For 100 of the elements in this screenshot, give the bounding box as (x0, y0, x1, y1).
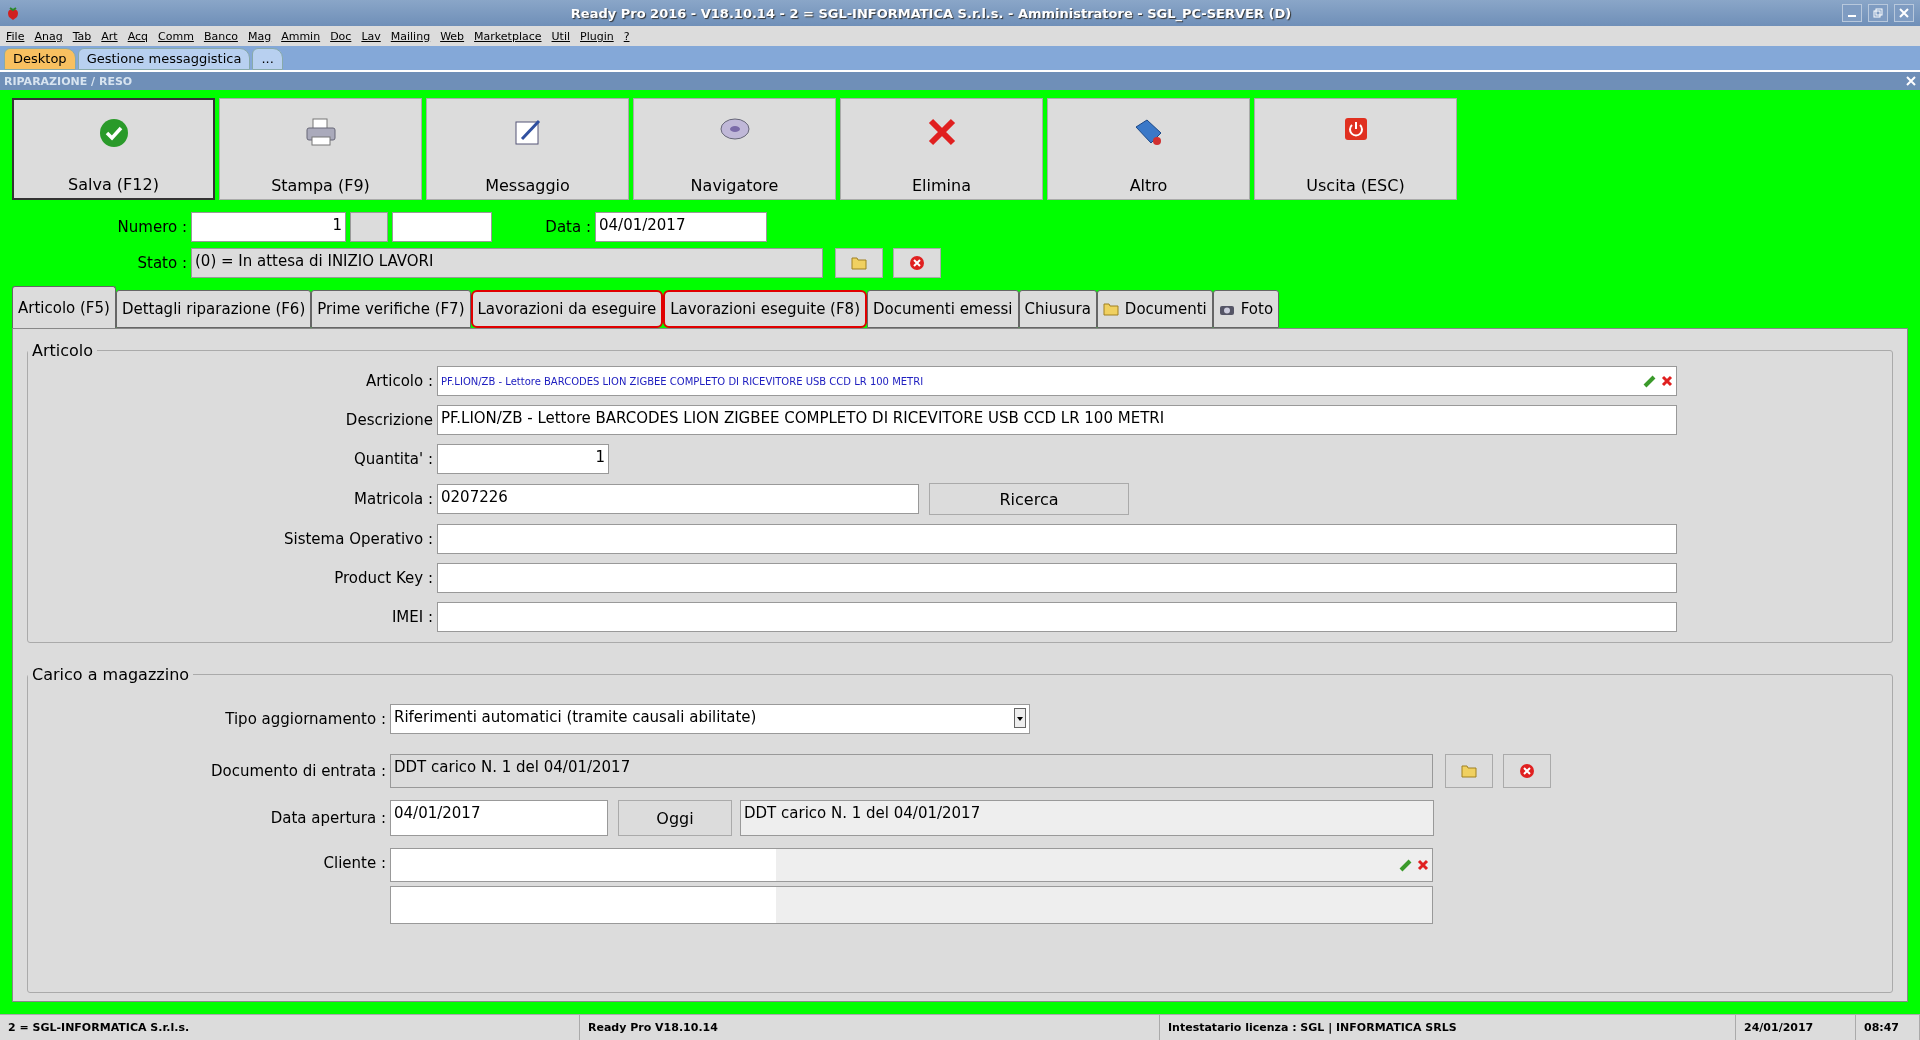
menu-item[interactable]: Util (549, 29, 578, 43)
menu-item[interactable]: Ammin (279, 29, 329, 43)
restore-icon (1873, 8, 1883, 18)
tab[interactable]: Documenti (1096, 290, 1213, 328)
menu-item[interactable]: Banco (201, 29, 246, 43)
menu-item[interactable]: Marketplace (472, 29, 550, 43)
date-field[interactable]: 04/01/2017 (595, 212, 767, 242)
toolbar-button[interactable]: Messaggio (426, 98, 629, 200)
input-field[interactable] (392, 212, 492, 242)
tab[interactable]: Foto (1212, 290, 1280, 328)
tab[interactable]: Articolo (F5) (12, 286, 116, 328)
clear-button[interactable] (893, 248, 941, 278)
browse-button[interactable] (835, 248, 883, 278)
group-title: Articolo (31, 341, 95, 360)
menu-item[interactable]: Acq (125, 29, 157, 43)
toolbar-button[interactable]: Navigatore (633, 98, 836, 200)
input-field[interactable] (437, 563, 1677, 593)
field-label: Quantita' : (352, 450, 433, 468)
tab[interactable]: Prime verifiche (F7) (311, 290, 471, 328)
cross-icon (926, 117, 957, 147)
folder-icon (851, 256, 867, 270)
section-title: RIPARAZIONE / RESO (4, 74, 133, 88)
restore-button[interactable] (1868, 4, 1888, 22)
browse-button[interactable] (1445, 754, 1493, 788)
menu-item[interactable]: Mailing (388, 29, 439, 43)
input-field[interactable] (390, 886, 1433, 924)
status-bar-cell: 24/01/2017 (1736, 1015, 1856, 1040)
field-label: Data apertura : (269, 809, 386, 827)
disc-icon (718, 117, 751, 141)
serial-field[interactable]: 0207226 (437, 484, 919, 514)
strawberry-icon (6, 5, 20, 21)
tab[interactable]: Chiusura (1018, 290, 1097, 328)
input-field[interactable] (437, 602, 1677, 632)
close-icon[interactable] (1906, 76, 1916, 86)
menu-item[interactable]: File (4, 29, 33, 43)
pencil-icon[interactable] (1399, 858, 1413, 872)
toolbar-button[interactable]: Uscita (ESC) (1254, 98, 1457, 200)
menu-item[interactable]: Comm (156, 29, 202, 43)
menu-item[interactable]: Lav (359, 29, 389, 43)
menu-item[interactable]: Doc (328, 29, 360, 43)
article-code-text: PF.LION/ZB - Lettore BARCODES LION ZIGBEE COMPLETO DI RICEVITORE USB CCD LR 100 METRI (441, 375, 924, 387)
caret-icon (1014, 708, 1026, 728)
search-button[interactable]: Ricerca (929, 483, 1129, 515)
dropdown-value: Riferimenti automatici (tramite causali abilitate) (394, 708, 757, 726)
status-bar-cell: 08:47 (1856, 1015, 1920, 1040)
tab[interactable]: Dettagli riparazione (F6) (115, 290, 312, 328)
power-icon (1343, 117, 1368, 141)
field-label: Numero : (116, 218, 187, 236)
clear-icon[interactable] (1661, 375, 1673, 387)
field-label: Cliente : (322, 854, 386, 872)
clear-icon[interactable] (1417, 859, 1429, 871)
minimize-icon (1848, 15, 1856, 17)
toolbar-button[interactable]: Salva (F12) (12, 98, 215, 200)
field-label: Tipo aggiornamento : (224, 710, 386, 728)
field-label: Descrizione (344, 411, 433, 429)
dropdown[interactable]: Riferimenti automatici (tramite causali abilitate) (390, 704, 1030, 734)
menu-item[interactable]: ? (621, 29, 638, 43)
tab[interactable]: Lavorazioni eseguite (F8) (663, 290, 867, 328)
minimize-button[interactable] (1842, 4, 1862, 22)
tab[interactable]: Lavorazioni da eseguire (470, 290, 664, 328)
input-field[interactable]: PF.LION/ZB - Lettore BARCODES LION ZIGBEE COMPLETO DI RICEVITORE USB CCD LR 100 METRI (437, 405, 1677, 435)
close-icon (1519, 763, 1535, 779)
customer-field[interactable] (390, 848, 1433, 882)
number-field[interactable]: 1 (191, 212, 346, 242)
article-lookup-field[interactable]: PF.LION/ZB - Lettore BARCODES LION ZIGBEE COMPLETO DI RICEVITORE USB CCD LR 100 METRI (437, 366, 1677, 396)
today-button[interactable]: Oggi (618, 800, 732, 836)
input-field[interactable] (350, 212, 388, 242)
toolbar-button[interactable]: Altro (1047, 98, 1250, 200)
field-label: Matricola : (353, 490, 433, 508)
close-button[interactable] (1894, 4, 1914, 22)
field-label: Stato : (136, 254, 187, 272)
tab[interactable]: Documenti emessi (867, 290, 1019, 328)
printer-icon (304, 117, 337, 147)
status-bar-cell: Ready Pro V18.10.14 (580, 1015, 1160, 1040)
menu-item[interactable]: Mag (245, 29, 280, 43)
window-title: Ready Pro 2016 - V18.10.14 - 2 = SGL-INFORMATICA S.r.l.s. - Amministratore - SGL_PC-SERVER (D) (569, 5, 1293, 21)
date-field[interactable]: 04/01/2017 (390, 800, 608, 836)
menu-item[interactable]: Web (438, 29, 473, 43)
field-label: Data : (544, 218, 591, 236)
menu-item[interactable]: Plugin (578, 29, 622, 43)
menu-item[interactable]: Tab (70, 29, 100, 43)
checkmark-icon (98, 118, 129, 148)
menu-item[interactable]: Anag (32, 29, 71, 43)
status-bar-cell: Intestatario licenza : SGL | INFORMATICA SRLS (1160, 1015, 1736, 1040)
status-bar-cell: 2 = SGL-INFORMATICA S.r.l.s. (0, 1015, 580, 1040)
pencil-icon[interactable] (1643, 374, 1657, 388)
document-tab[interactable]: Gestione messaggistica (77, 48, 251, 70)
pen-paper-icon (512, 117, 543, 147)
document-tab[interactable]: Desktop (4, 48, 76, 70)
clear-button[interactable] (1503, 754, 1551, 788)
toolbar-button[interactable]: Stampa (F9) (219, 98, 422, 200)
field-label: Product Key : (333, 569, 433, 587)
toolbar-button[interactable]: Elimina (840, 98, 1043, 200)
document-tab[interactable]: ... (252, 48, 283, 70)
close-icon (1899, 8, 1909, 18)
field-label: Sistema Operativo : (282, 530, 433, 548)
menu-item[interactable]: Art (99, 29, 126, 43)
quantity-field[interactable]: 1 (437, 444, 609, 474)
input-field[interactable] (437, 524, 1677, 554)
status-field: (0) = In attesa di INIZIO LAVORI (191, 248, 823, 278)
